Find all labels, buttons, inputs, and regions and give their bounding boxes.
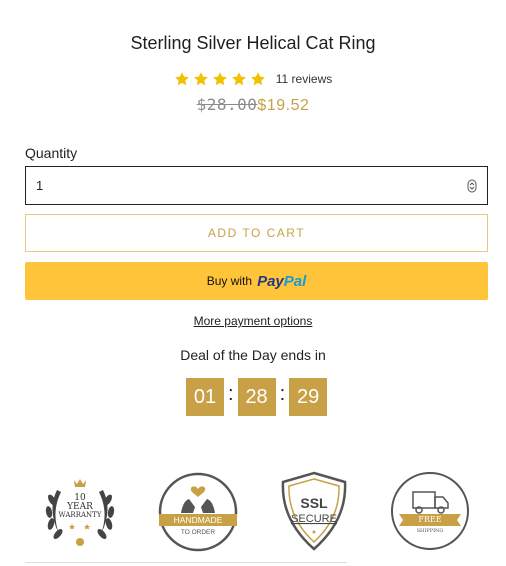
handmade-line2: TO ORDER <box>181 529 215 536</box>
countdown-timer: 01 : 28 : 29 <box>186 378 328 416</box>
shipping-line2: SHIPPING <box>417 528 444 534</box>
deal-label: Deal of the Day ends in <box>180 347 326 363</box>
handmade-line1: HANDMADE <box>174 515 223 525</box>
ssl-line1: SSL <box>300 495 328 511</box>
more-payment-options-link[interactable]: More payment options <box>0 314 506 328</box>
timer-separator: : <box>279 382 286 405</box>
spinner-icon[interactable] <box>467 179 477 193</box>
warranty-badge: 10 YEAR WARRANTY <box>45 479 115 546</box>
rating-row[interactable]: 11 reviews <box>0 71 506 87</box>
free-shipping-badge: FREE SHIPPING <box>391 472 469 550</box>
timer-separator: : <box>228 382 234 405</box>
sale-price: $19.52 <box>257 97 310 114</box>
star-icon <box>250 72 265 86</box>
paypal-prefix: Buy with <box>206 274 253 288</box>
timer-seconds: 29 <box>289 378 328 416</box>
quantity-label: Quantity <box>25 145 78 161</box>
ssl-badge: SSL SECURE <box>281 471 347 551</box>
warranty-line2: WARRANTY <box>59 511 102 519</box>
star-rating <box>174 71 266 87</box>
star-icon <box>193 72 208 86</box>
compare-price: $28.00 <box>196 95 258 114</box>
paypal-button[interactable]: Buy with PayPal <box>25 262 488 300</box>
paypal-logo: PayPal <box>257 273 306 290</box>
shipping-line1: FREE <box>418 515 441 524</box>
star-icon <box>231 72 246 86</box>
paypal-logo-pay: Pay <box>257 272 284 290</box>
quantity-input[interactable]: 1 <box>25 166 488 205</box>
price-block: $28.00$19.52 <box>0 95 506 115</box>
handmade-badge: HANDMADE TO ORDER <box>158 472 238 552</box>
timer-hours: 01 <box>186 378 224 416</box>
tab-divider <box>25 562 347 566</box>
timer-minutes: 28 <box>237 378 276 416</box>
add-to-cart-button[interactable]: ADD TO CART <box>25 214 488 252</box>
star-icon <box>212 72 227 86</box>
star-icon <box>174 72 189 86</box>
paypal-logo-pal: Pal <box>283 272 307 290</box>
quantity-value[interactable]: 1 <box>36 178 467 193</box>
reviews-link[interactable]: 11 reviews <box>276 72 332 86</box>
ssl-line2: SECURE <box>291 513 337 525</box>
product-title: Sterling Silver Helical Cat Ring <box>130 33 376 53</box>
